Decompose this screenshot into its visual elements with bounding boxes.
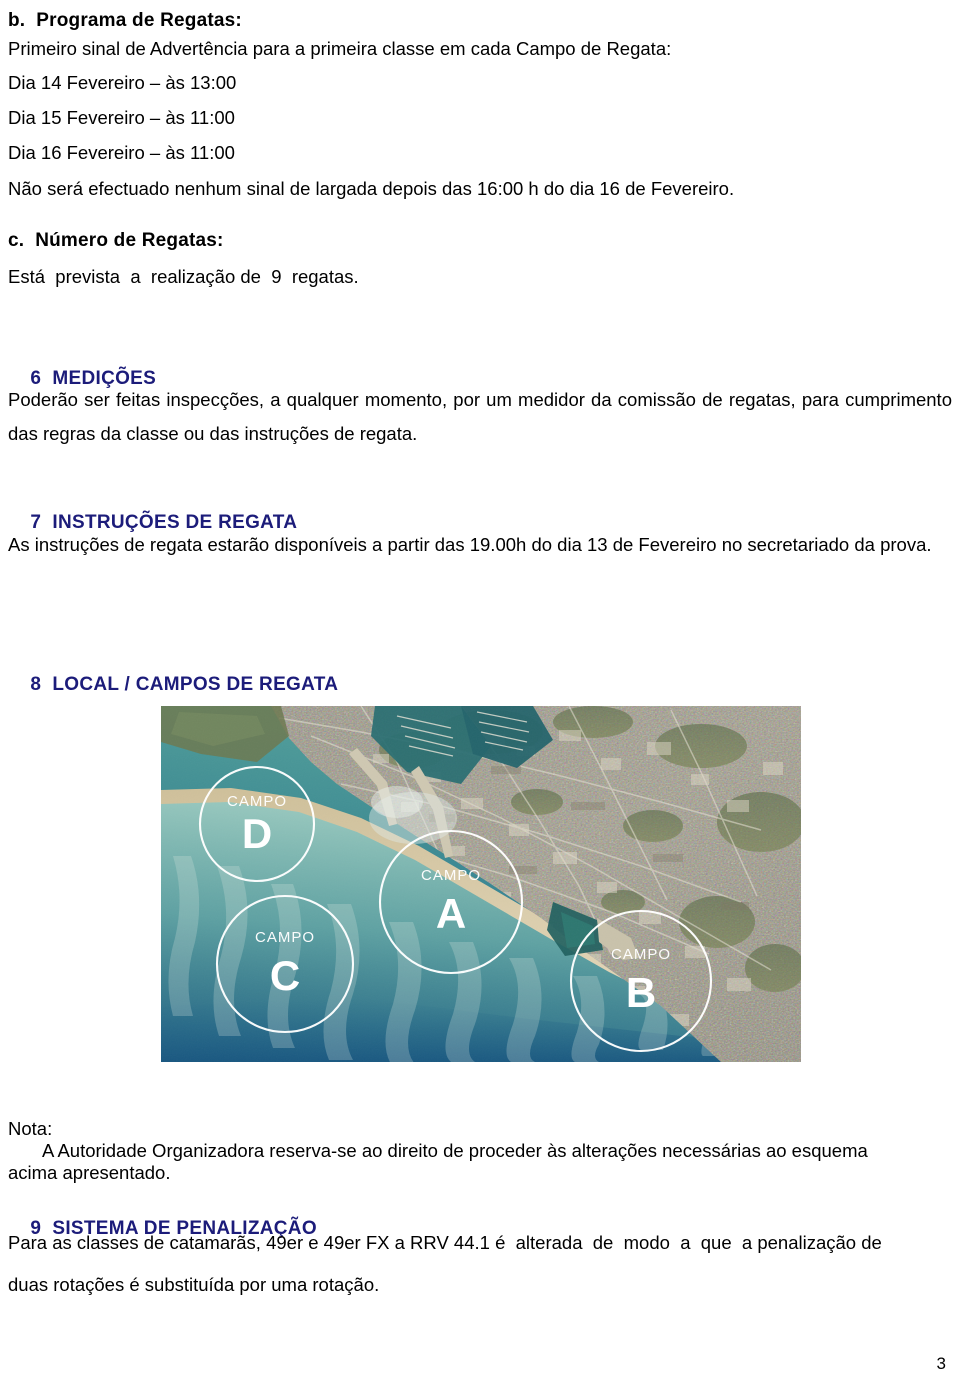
regatta-course-map: CAMPO D CAMPO A CAMPO C CAMPO B — [161, 706, 801, 1062]
heading-programa-de-regatas: b. Programa de Regatas: — [8, 10, 242, 31]
map-svg: CAMPO D CAMPO A CAMPO C CAMPO B — [161, 706, 801, 1062]
paragraph-penalizacao-line-2: duas rotações é substituída por uma rota… — [8, 1274, 380, 1295]
schedule-day-3: Dia 16 Fevereiro – às 11:00 — [8, 142, 235, 163]
campo-letter-D: D — [242, 810, 272, 857]
campo-word-D: CAMPO — [227, 793, 287, 810]
paragraph-numero-de-regatas: Está prevista a realização de 9 regatas. — [8, 266, 359, 287]
campo-word-C: CAMPO — [255, 929, 315, 946]
schedule-day-1: Dia 14 Fevereiro – às 13:00 — [8, 72, 237, 93]
note-body-line-1: A Autoridade Organizadora reserva-se ao … — [42, 1140, 868, 1161]
paragraph-ultimo-sinal-largada: Não será efectuado nenhum sinal de larga… — [8, 178, 735, 199]
document-page: b. Programa de Regatas: Primeiro sinal d… — [0, 0, 960, 1388]
paragraph-penalizacao-line-1: Para as classes de catamarãs, 49er e 49e… — [8, 1232, 882, 1253]
campo-letter-B: B — [626, 969, 656, 1016]
page-number: 3 — [936, 1354, 946, 1373]
paragraph-instrucoes-de-regata: As instruções de regata estarão disponív… — [8, 534, 932, 555]
campo-word-B: CAMPO — [611, 946, 671, 963]
note-body-line-2: acima apresentado. — [8, 1162, 171, 1183]
heading-8-number: 8 — [30, 674, 42, 695]
campo-word-A: CAMPO — [421, 867, 481, 884]
campo-letter-C: C — [270, 952, 300, 999]
paragraph-medicoes: Poderão ser feitas inspecções, a qualque… — [8, 389, 952, 444]
note-label: Nota: — [8, 1118, 53, 1139]
schedule-day-2: Dia 15 Fevereiro – às 11:00 — [8, 107, 235, 128]
heading-numero-de-regatas: c. Número de Regatas: — [8, 230, 224, 251]
heading-8-title: LOCAL / CAMPOS DE REGATA — [52, 674, 339, 695]
paragraph-primeiro-sinal: Primeiro sinal de Advertência para a pri… — [8, 38, 672, 59]
campo-letter-A: A — [436, 890, 466, 937]
